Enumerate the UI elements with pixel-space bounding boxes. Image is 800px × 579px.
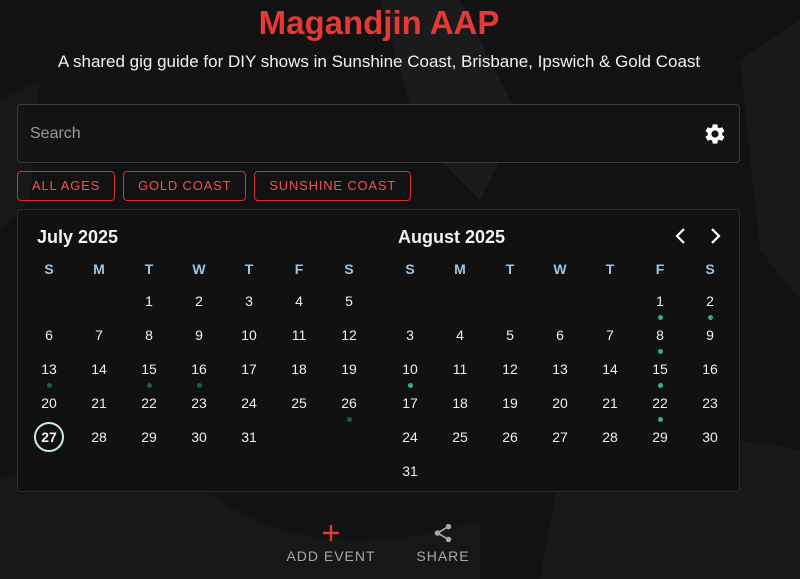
calendar-day[interactable]: 16 — [695, 354, 725, 384]
weekday-header: S — [44, 261, 54, 277]
calendar-day[interactable]: 29 — [134, 422, 164, 452]
calendar-day[interactable]: 18 — [445, 388, 475, 418]
month-title: August 2025 — [398, 227, 506, 247]
gear-icon[interactable] — [703, 122, 727, 146]
weekday-header: F — [655, 261, 665, 277]
calendar-day[interactable]: 14 — [84, 354, 114, 384]
search-input[interactable] — [30, 105, 670, 162]
calendar-day[interactable]: 8 — [134, 320, 164, 350]
calendar-day[interactable]: 4 — [284, 286, 314, 316]
calendar-day[interactable]: 12 — [495, 354, 525, 384]
weekday-header: M — [454, 261, 466, 277]
calendar-day[interactable]: 26 — [495, 422, 525, 452]
calendar-day[interactable]: 13 — [545, 354, 575, 384]
calendar-day[interactable]: 6 — [34, 320, 64, 350]
share-label: SHARE — [416, 548, 470, 564]
calendar-day[interactable]: 29 — [645, 422, 675, 452]
calendar-day[interactable]: 10 — [234, 320, 264, 350]
weekday-header: T — [505, 261, 515, 277]
calendar-day[interactable]: 7 — [595, 320, 625, 350]
bottom-actions: ADD EVENT SHARE — [0, 522, 800, 579]
month-title: July 2025 — [37, 227, 119, 247]
share-icon — [434, 523, 452, 543]
calendar-day[interactable]: 13 — [34, 354, 64, 388]
weekday-header: S — [705, 261, 715, 277]
calendar-day[interactable]: 30 — [695, 422, 725, 452]
calendar-day[interactable]: 4 — [445, 320, 475, 350]
weekday-header: F — [294, 261, 304, 277]
chevron-right-icon[interactable] — [703, 224, 727, 248]
calendar-day[interactable]: 31 — [234, 422, 264, 452]
calendar-day[interactable]: 25 — [284, 388, 314, 418]
calendar-day[interactable]: 16 — [184, 354, 214, 388]
calendar: July 2025 August 2025 S M T W T F S 1 2 3 4 5 6 7 8 9 10… — [17, 209, 740, 492]
calendar-day[interactable]: 18 — [284, 354, 314, 384]
calendar-day[interactable]: 11 — [284, 320, 314, 350]
weekday-header: S — [344, 261, 354, 277]
calendar-day[interactable]: 7 — [84, 320, 114, 350]
app-subtitle: A shared gig guide for DIY shows in Suns… — [57, 52, 701, 71]
calendar-day[interactable]: 30 — [184, 422, 214, 452]
calendar-day[interactable]: 15 — [134, 354, 164, 388]
calendar-day[interactable]: 12 — [334, 320, 364, 350]
calendar-day[interactable]: 27 — [545, 422, 575, 452]
app-title: Magandjin AAP — [258, 4, 500, 41]
calendar-day[interactable]: 21 — [595, 388, 625, 418]
calendar-day[interactable]: 22 — [645, 388, 675, 422]
weekday-header: T — [605, 261, 615, 277]
calendar-day[interactable]: 2 — [184, 286, 214, 316]
calendar-day[interactable]: 19 — [334, 354, 364, 384]
calendar-day[interactable]: 9 — [184, 320, 214, 350]
calendar-day[interactable]: 24 — [395, 422, 425, 452]
calendar-day[interactable]: 10 — [395, 354, 425, 388]
calendar-day[interactable]: 15 — [645, 354, 675, 388]
filter-sunshine-coast[interactable]: SUNSHINE COAST — [254, 171, 412, 201]
weekday-header: S — [405, 261, 415, 277]
plus-icon — [323, 525, 339, 541]
calendar-day[interactable]: 28 — [595, 422, 625, 452]
add-event-button[interactable]: ADD EVENT — [283, 522, 379, 564]
calendar-day[interactable]: 6 — [545, 320, 575, 350]
weekday-header: W — [553, 261, 567, 277]
calendar-day[interactable]: 3 — [234, 286, 264, 316]
calendar-day[interactable]: 20 — [545, 388, 575, 418]
calendar-day[interactable]: 11 — [445, 354, 475, 384]
search-bar — [17, 104, 740, 163]
calendar-day[interactable]: 1 — [134, 286, 164, 316]
calendar-day[interactable]: 21 — [84, 388, 114, 418]
calendar-day[interactable]: 3 — [395, 320, 425, 350]
calendar-day[interactable]: 23 — [695, 388, 725, 418]
calendar-day[interactable]: 20 — [34, 388, 64, 418]
calendar-day-today[interactable]: 27 — [34, 422, 64, 452]
calendar-day[interactable]: 28 — [84, 422, 114, 452]
chevron-left-icon[interactable] — [669, 224, 693, 248]
weekday-header: M — [93, 261, 105, 277]
calendar-day[interactable]: 9 — [695, 320, 725, 350]
filter-chips: ALL AGES GOLD COAST SUNSHINE COAST — [17, 171, 412, 201]
weekday-header: W — [192, 261, 206, 277]
weekday-header: T — [244, 261, 254, 277]
calendar-day[interactable]: 14 — [595, 354, 625, 384]
calendar-day[interactable]: 2 — [695, 286, 725, 320]
calendar-day[interactable]: 5 — [334, 286, 364, 316]
calendar-day[interactable]: 25 — [445, 422, 475, 452]
calendar-day[interactable]: 19 — [495, 388, 525, 418]
calendar-day[interactable]: 26 — [334, 388, 364, 422]
calendar-day[interactable]: 5 — [495, 320, 525, 350]
share-button[interactable]: SHARE — [413, 522, 473, 564]
event-indicator-dot — [346, 417, 352, 422]
calendar-day[interactable]: 24 — [234, 388, 264, 418]
calendar-day[interactable]: 22 — [134, 388, 164, 418]
calendar-day[interactable]: 8 — [645, 320, 675, 354]
filter-gold-coast[interactable]: GOLD COAST — [123, 171, 247, 201]
calendar-day[interactable]: 23 — [184, 388, 214, 418]
filter-all-ages[interactable]: ALL AGES — [17, 171, 116, 201]
calendar-day[interactable]: 17 — [395, 388, 425, 418]
calendar-day[interactable]: 1 — [645, 286, 675, 320]
add-event-label: ADD EVENT — [286, 548, 376, 564]
calendar-day[interactable]: 17 — [234, 354, 264, 384]
weekday-header: T — [144, 261, 154, 277]
calendar-day[interactable]: 31 — [395, 456, 425, 486]
